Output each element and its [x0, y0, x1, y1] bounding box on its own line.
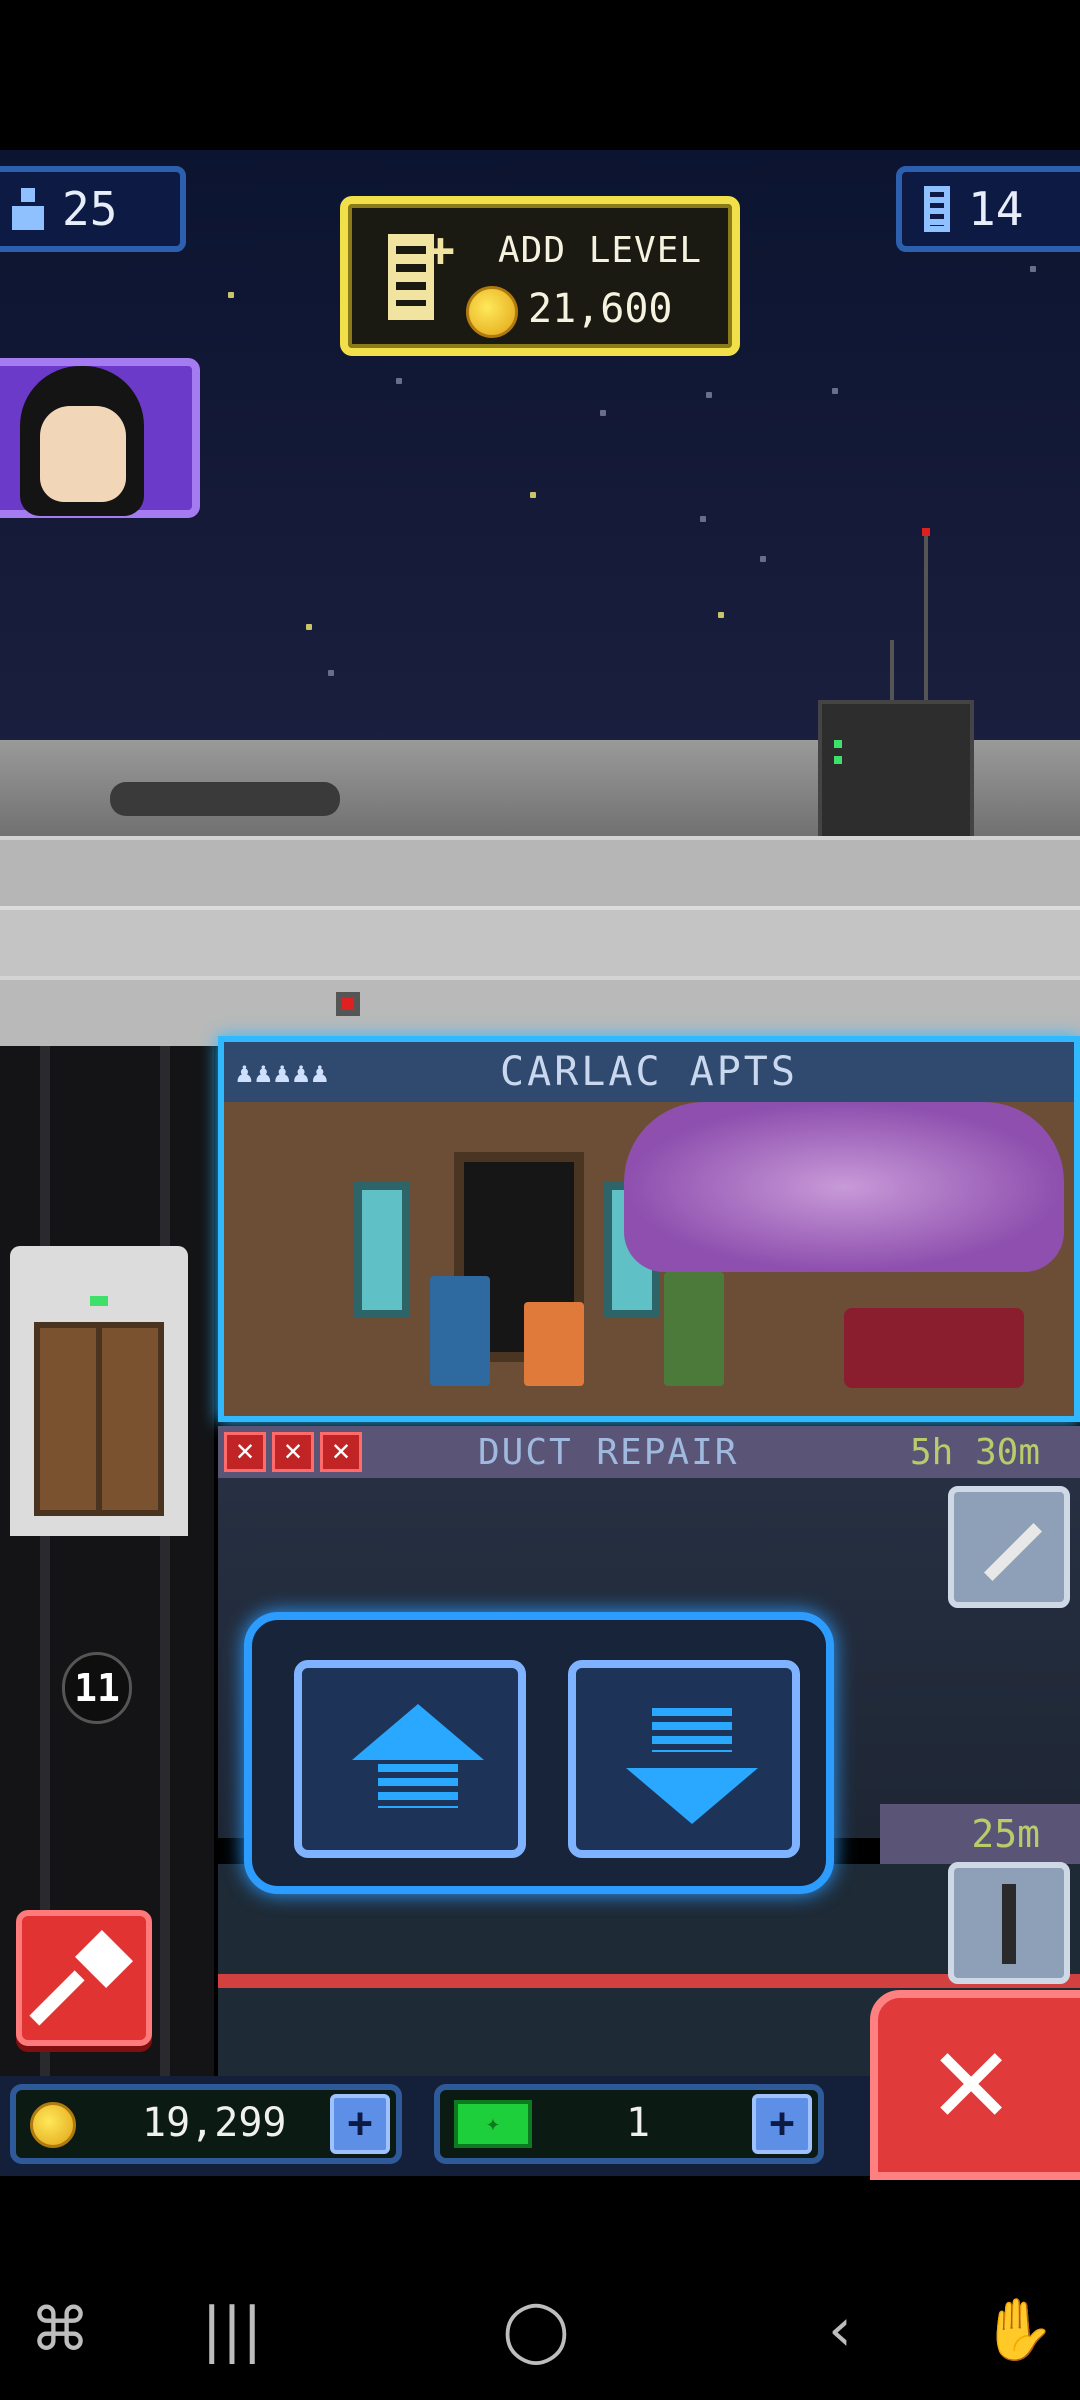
rooftop-generator [818, 700, 974, 846]
antenna [890, 640, 894, 704]
coin-icon [466, 286, 518, 338]
star [396, 378, 402, 384]
antenna [922, 528, 930, 704]
close-button[interactable]: ✕ [870, 1990, 1080, 2180]
star [706, 392, 712, 398]
room-window [354, 1182, 410, 1318]
add-bux-button[interactable]: + [752, 2094, 812, 2154]
pet-sprite[interactable] [524, 1302, 584, 1386]
person-icon [12, 188, 44, 230]
room-header: ♟♟♟♟♟ CARLAC APTS [224, 1042, 1074, 1102]
rooftop-pipe [110, 782, 340, 816]
elevator-doors [34, 1322, 164, 1516]
elevator-up-button[interactable] [294, 1660, 526, 1858]
close-icon: ✕ [932, 2001, 1011, 2153]
building-icon [924, 186, 950, 232]
elevator-car[interactable] [10, 1246, 188, 1536]
hammer-handle [29, 1970, 85, 2026]
star [1030, 266, 1036, 272]
arrow-lines [652, 1708, 732, 1752]
bux-value: 1 [626, 2100, 651, 2146]
star [700, 516, 706, 522]
arrow-down-icon [626, 1768, 758, 1824]
floors-counter[interactable]: 14 [896, 166, 1080, 252]
avatar-face [40, 406, 126, 502]
wrench-icon[interactable] [948, 1486, 1070, 1608]
zipper-icon[interactable] [948, 1862, 1070, 1984]
duct-repair-header[interactable]: ✕ ✕ ✕ DUCT REPAIR 5h 30m [218, 1426, 1080, 1478]
coins-display: 19,299 + [10, 2084, 402, 2164]
couch [844, 1308, 1024, 1388]
shaft-rail [160, 1046, 170, 2086]
arrow-lines [378, 1764, 458, 1808]
star [306, 624, 312, 630]
recents-button[interactable]: ||| [192, 2290, 272, 2370]
star [228, 292, 234, 298]
fail-mark-icon: ✕ [224, 1432, 266, 1472]
roof-band [0, 836, 1080, 910]
room-name: CARLAC APTS [500, 1049, 798, 1095]
add-level-cost: 21,600 [528, 286, 673, 332]
star [718, 612, 724, 618]
bux-icon: ✦ [454, 2100, 532, 2148]
game-launcher-icon[interactable]: ⌘ [20, 2290, 100, 2370]
assistant-icon[interactable]: ✋ [978, 2290, 1058, 2370]
back-button[interactable]: ‹ [800, 2290, 880, 2370]
elevator-controls [244, 1612, 834, 1894]
plus-icon: + [426, 222, 455, 278]
home-button[interactable]: ◯ [496, 2290, 576, 2370]
fail-mark-icon: ✕ [272, 1432, 314, 1472]
star [832, 388, 838, 394]
elevator-lamp [90, 1296, 108, 1306]
coin-icon [30, 2102, 76, 2148]
add-coins-button[interactable]: + [330, 2094, 390, 2154]
star [760, 556, 766, 562]
production-timer: 25m [880, 1804, 1080, 1864]
production-timer: 5h 30m [909, 1431, 1040, 1473]
add-level-label: ADD LEVEL [498, 230, 703, 271]
bitizen-sprite[interactable] [664, 1272, 724, 1386]
arrow-up-icon [352, 1704, 484, 1760]
population-counter[interactable]: 25 [0, 166, 186, 252]
warning-light-icon [336, 992, 360, 1016]
fail-mark-icon: ✕ [320, 1432, 362, 1472]
room-name: DUCT REPAIR [478, 1431, 739, 1473]
blossom-tree [624, 1102, 1064, 1272]
floors-value: 14 [968, 182, 1024, 236]
bux-display: ✦ 1 + [434, 2084, 824, 2164]
coins-value: 19,299 [142, 2100, 287, 2146]
roof-band [0, 906, 1080, 980]
apartment-room[interactable]: ♟♟♟♟♟ CARLAC APTS [218, 1036, 1080, 1422]
star [328, 670, 334, 676]
build-hammer-button[interactable] [16, 1910, 152, 2046]
star [600, 410, 606, 416]
avatar-button[interactable] [0, 358, 200, 518]
star [530, 492, 536, 498]
elevator-down-button[interactable] [568, 1660, 800, 1858]
population-value: 25 [62, 182, 118, 236]
bitizen-sprite[interactable] [430, 1276, 490, 1386]
add-level-button[interactable]: + ADD LEVEL 21,600 [340, 196, 740, 356]
elevator-floor-indicator: 11 [62, 1652, 132, 1724]
